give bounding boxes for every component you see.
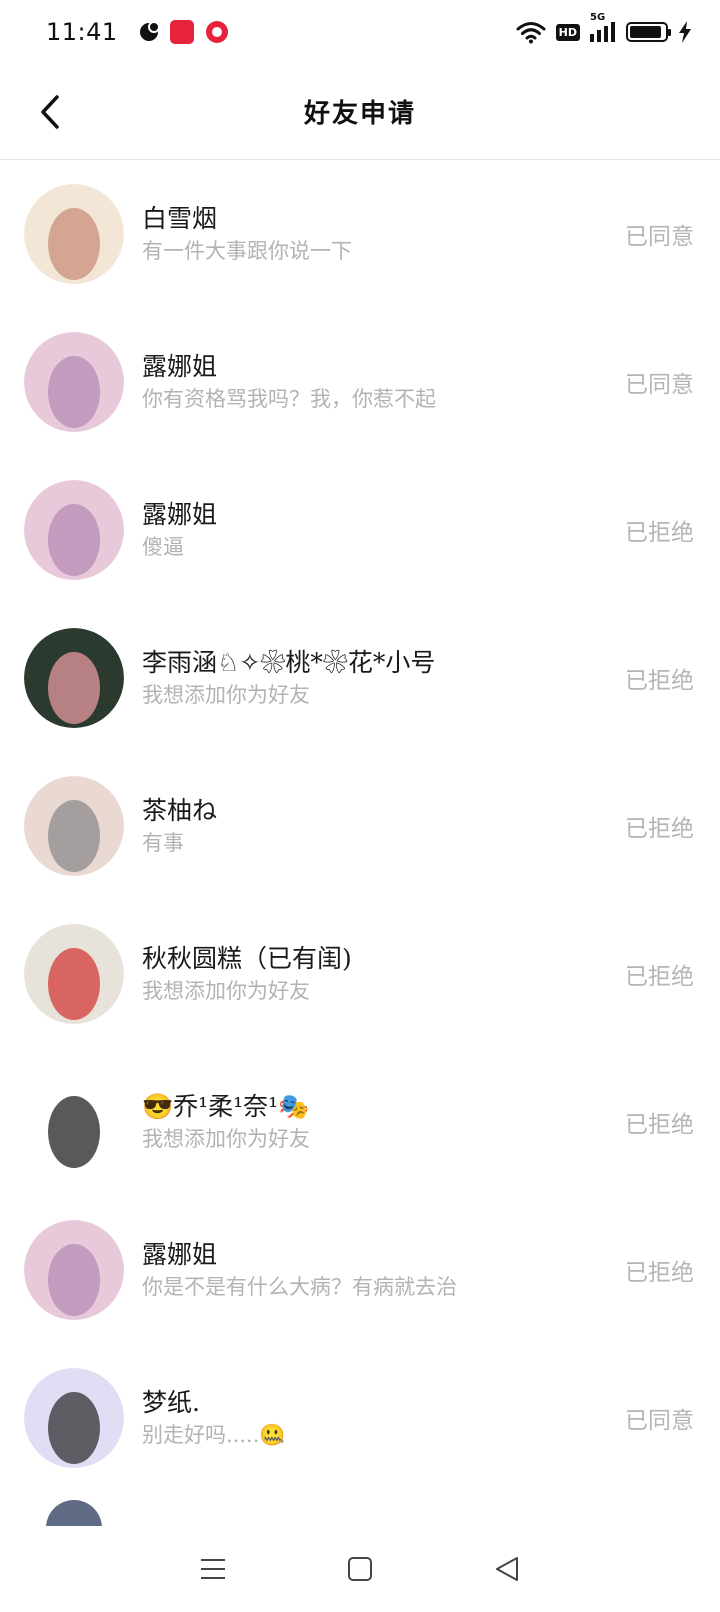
home-square-icon [347, 1557, 372, 1581]
request-info: 露娜姐 傻逼 [142, 498, 217, 562]
request-info: 李雨涵♘✧❀桃*❀花*小号我想添加你为好友 [142, 646, 435, 710]
nickname: 露娜姐 [142, 352, 218, 381]
avatar[interactable] [24, 628, 124, 728]
system-icons: HD 5G [516, 12, 692, 44]
request-info: 白雪烟有一件大事跟你说一下 [142, 202, 352, 266]
signal-label: 5G [590, 12, 606, 23]
page-title: 好友申请 [303, 99, 416, 129]
request-info: 露娜姐你是不是有什么大病？有病就去治 [142, 1238, 457, 1302]
cell-signal-icon [590, 22, 615, 42]
battery-fill [630, 26, 661, 38]
xiaohongshu-icon [169, 20, 194, 44]
navigation-bar [0, 1526, 720, 1612]
request-info: 茶柚ね 有事 [142, 794, 217, 858]
friend-request-row[interactable]: 露娜姐傻逼 已拒绝 [0, 456, 720, 604]
avatar[interactable] [24, 1368, 124, 1468]
request-message: 我想添加你为好友 [142, 683, 310, 707]
avatar[interactable] [24, 184, 124, 284]
avatar[interactable] [46, 1500, 102, 1526]
record-icon [205, 21, 228, 43]
request-status: 已拒绝 [625, 1260, 694, 1286]
request-info: 😎乔¹柔¹奈¹🎭 我想添加你为好友 [142, 1090, 310, 1154]
request-status: 已拒绝 [625, 668, 694, 694]
request-message: 有事 [142, 831, 184, 855]
battery-icon [626, 22, 671, 42]
request-message: 有一件大事跟你说一下 [142, 239, 352, 263]
nickname: 茶柚ね [142, 796, 218, 825]
request-message: 你是不是有什么大病？有病就去治 [142, 1275, 457, 1299]
friend-request-row[interactable]: 李雨涵♘✧❀桃*❀花*小号我想添加你为好友 已拒绝 [0, 604, 720, 752]
request-status: 已拒绝 [625, 520, 694, 546]
charging-bolt-icon [679, 21, 691, 43]
chevron-left-icon [41, 95, 59, 129]
request-message: 我想添加你为好友 [142, 1127, 310, 1151]
request-status: 已拒绝 [625, 964, 694, 990]
avatar[interactable] [24, 776, 124, 876]
request-status: 已同意 [625, 224, 694, 250]
avatar[interactable] [24, 924, 124, 1024]
friend-request-row[interactable]: 😎乔¹柔¹奈¹🎭 我想添加你为好友 已拒绝 [0, 1048, 720, 1196]
friend-request-row[interactable]: 露娜姐你有资格骂我吗？我，你惹不起 已同意 [0, 308, 720, 456]
nickname: 白雪烟 [142, 204, 218, 233]
nickname: 秋秋圆糕（已有闺) [142, 944, 352, 973]
friend-request-row[interactable]: 梦纸. 别走好吗.....🤐 已同意 [0, 1344, 720, 1492]
hd-badge: HD [555, 23, 580, 41]
request-message: 别走好吗.....🤐 [142, 1423, 286, 1447]
nickname: 李雨涵♘✧❀桃*❀花*小号 [142, 648, 436, 677]
app-icon [139, 21, 160, 41]
wifi-icon [516, 22, 546, 44]
back-button[interactable] [30, 90, 70, 134]
nickname: 露娜姐 [142, 500, 218, 529]
request-status: 已拒绝 [625, 1112, 694, 1138]
friend-request-row[interactable]: 白雪烟有一件大事跟你说一下 已同意 [0, 160, 720, 308]
friend-request-row[interactable]: 露娜姐你是不是有什么大病？有病就去治 已拒绝 [0, 1196, 720, 1344]
back-triangle-icon [495, 1557, 518, 1581]
avatar[interactable] [24, 332, 124, 432]
avatar[interactable] [24, 480, 124, 580]
notification-icons [139, 20, 228, 44]
menu-icon [201, 1559, 226, 1579]
avatar[interactable] [24, 1072, 124, 1172]
request-info: 梦纸. 别走好吗.....🤐 [142, 1386, 286, 1450]
friend-request-row-partial[interactable] [0, 1492, 720, 1526]
nickname: 露娜姐 [142, 1240, 218, 1269]
request-status: 已同意 [625, 372, 694, 398]
header: 好友申请 [0, 64, 720, 160]
nickname: 梦纸. [142, 1388, 200, 1417]
status-time: 11:41 [46, 18, 118, 46]
request-info: 露娜姐你有资格骂我吗？我，你惹不起 [142, 350, 436, 414]
friend-request-row[interactable]: 秋秋圆糕（已有闺) 我想添加你为好友 已拒绝 [0, 900, 720, 1048]
friend-request-row[interactable]: 茶柚ね有事 已拒绝 [0, 752, 720, 900]
menu-button[interactable] [191, 1547, 235, 1591]
home-button[interactable] [338, 1547, 382, 1591]
request-status: 已拒绝 [625, 816, 694, 842]
signal-indicator: 5G [590, 12, 616, 42]
request-message: 傻逼 [142, 535, 184, 559]
friend-request-list[interactable]: 白雪烟 有一件大事跟你说一下 已同意 露娜姐 你有资格骂我吗？我，你惹不起 已同意 露娜姐傻… [0, 160, 720, 1526]
request-message: 你有资格骂我吗？我，你惹不起 [142, 387, 436, 411]
request-message: 我想添加你为好友 [142, 979, 310, 1003]
status-bar: 11:41 HD 5G [0, 0, 720, 64]
nickname: 😎乔¹柔¹奈¹🎭 [142, 1092, 310, 1121]
avatar[interactable] [24, 1220, 124, 1320]
request-status: 已同意 [625, 1408, 694, 1434]
back-nav-button[interactable] [485, 1547, 529, 1591]
request-info: 秋秋圆糕（已有闺) 我想添加你为好友 [142, 942, 352, 1006]
